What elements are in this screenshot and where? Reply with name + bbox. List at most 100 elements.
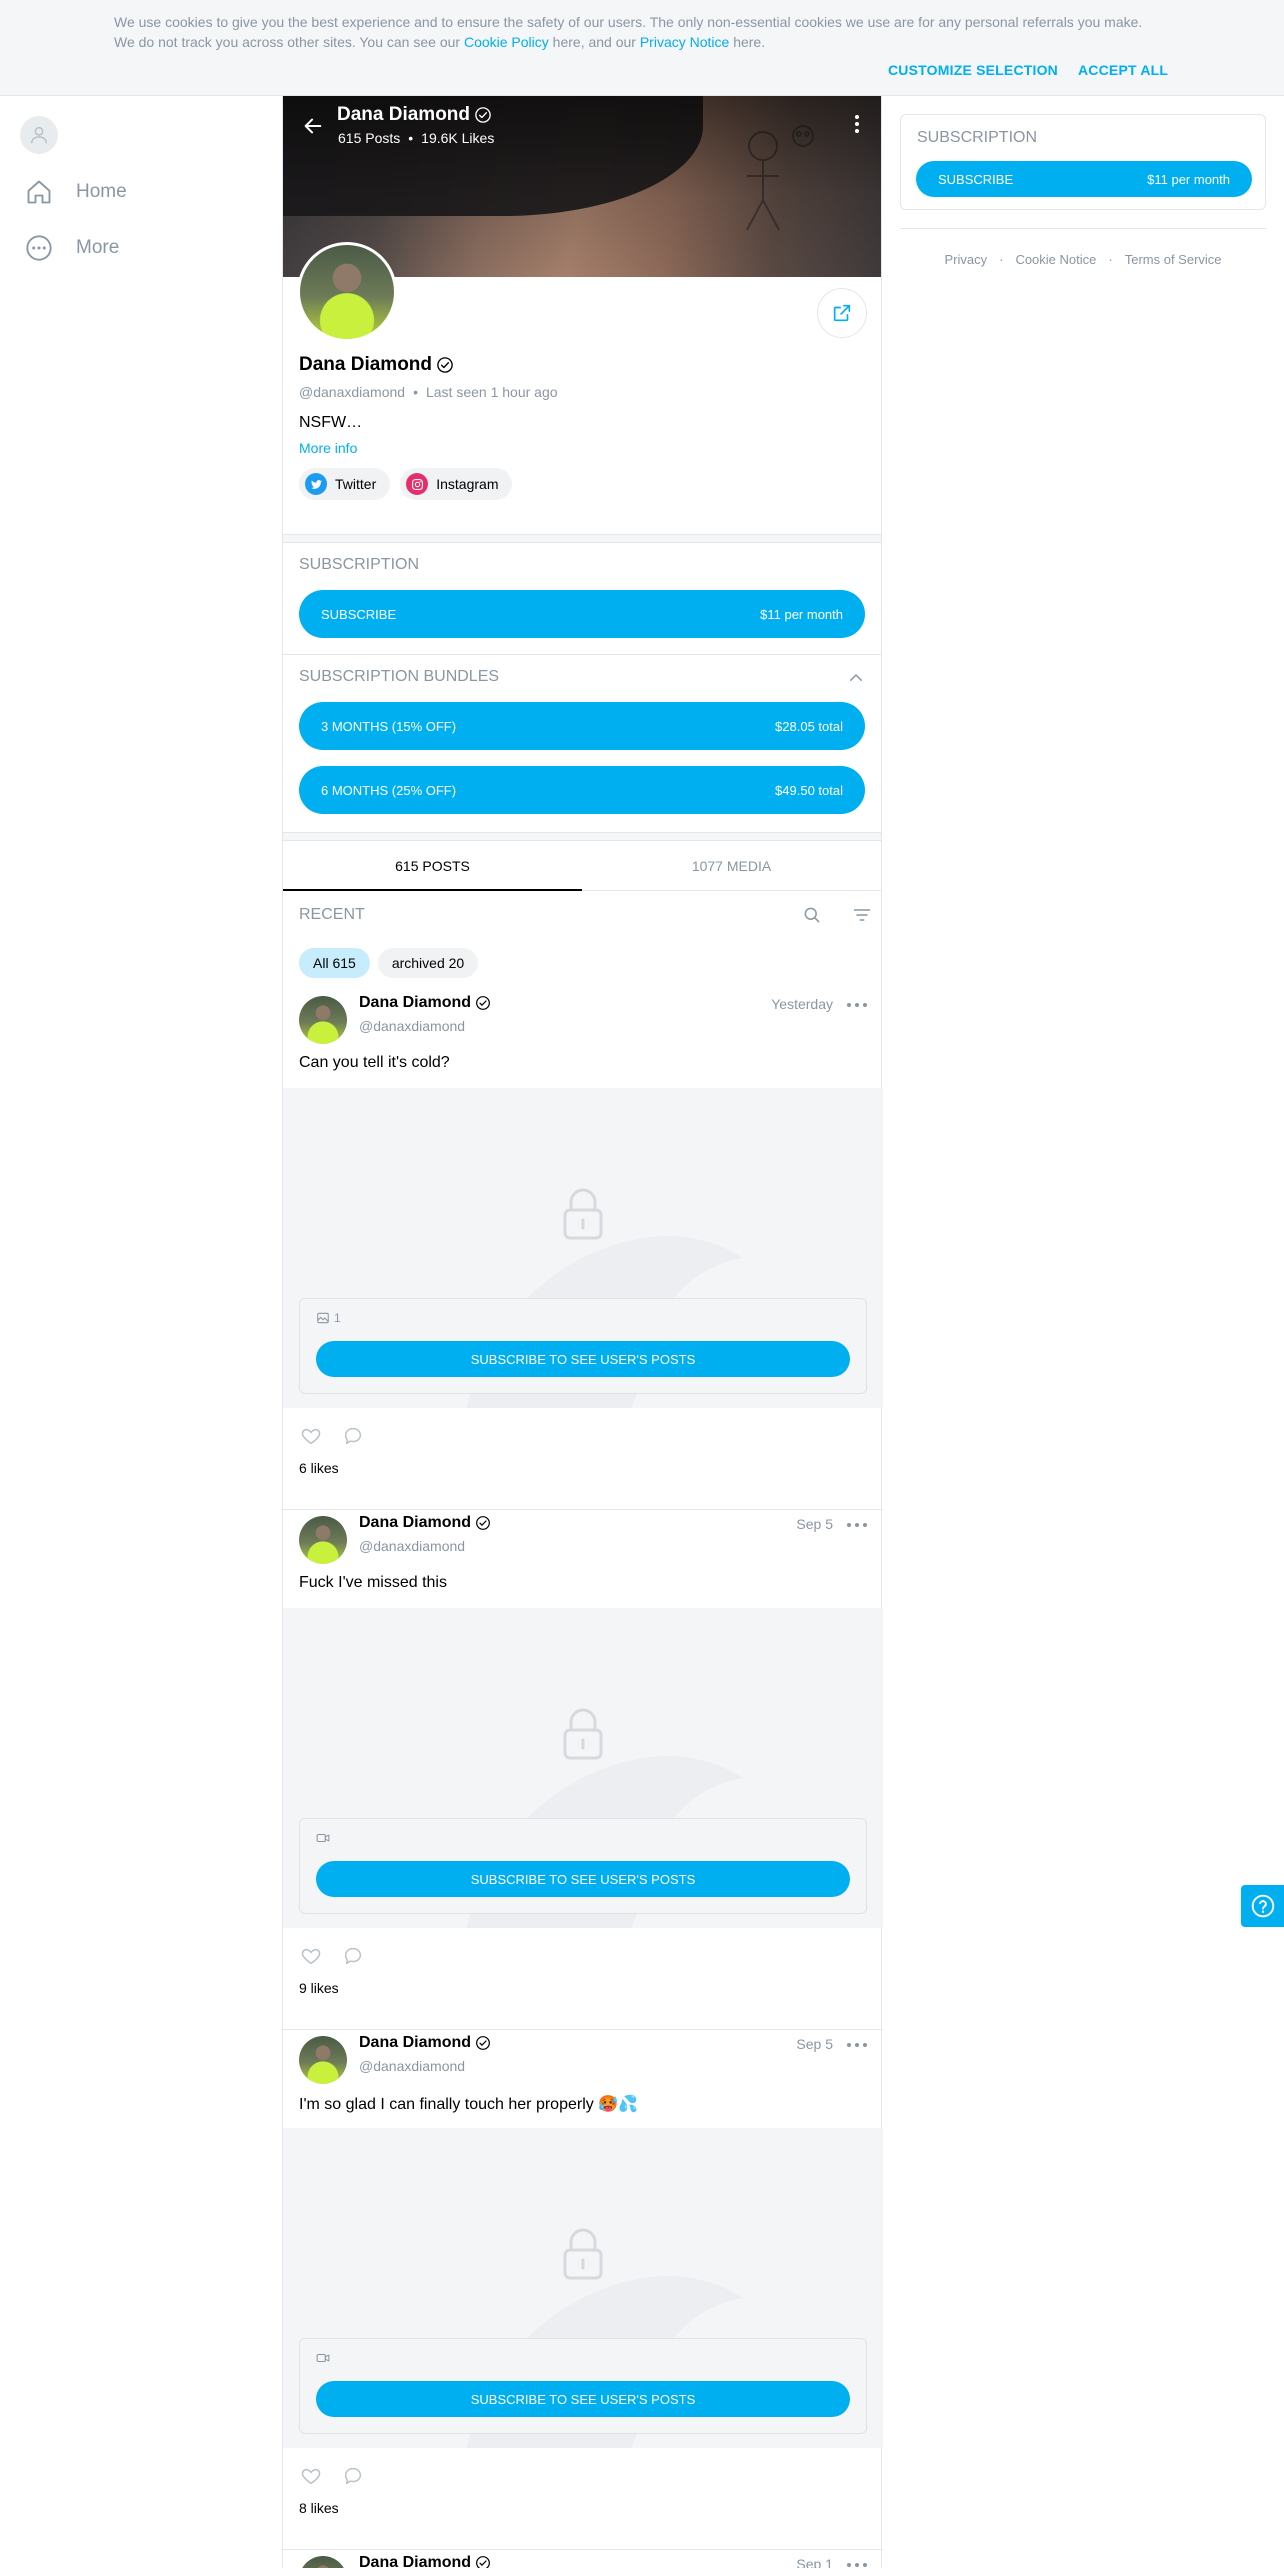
post-date[interactable]: Sep 5 — [796, 1516, 833, 1532]
profile-name-text: Dana Diamond — [299, 354, 433, 375]
post-card: Dana Diamond @danaxdiamond Yesterday Can… — [283, 990, 883, 1510]
social-links: Twitter Instagram — [299, 468, 869, 500]
nav-home[interactable]: Home — [24, 172, 127, 212]
post-date[interactable]: Sep 5 — [796, 2036, 833, 2052]
instagram-icon — [406, 473, 429, 495]
post-card: Dana Diamond Sep 1 — [283, 2550, 883, 2568]
profile-avatar[interactable] — [297, 242, 397, 342]
instagram-link[interactable]: Instagram — [400, 468, 513, 500]
comment-icon[interactable] — [341, 2464, 365, 2488]
like-icon[interactable] — [299, 1944, 323, 1968]
recent-label: RECENT — [299, 906, 365, 923]
filter-archived[interactable]: archived 20 — [377, 948, 479, 978]
share-button[interactable] — [817, 288, 867, 338]
search-icon[interactable] — [801, 904, 823, 926]
profile-tabs: 615 POSTS 1077 MEDIA — [283, 841, 881, 891]
twitter-link[interactable]: Twitter — [299, 468, 391, 500]
subscribe-to-see-posts-button[interactable]: SUBSCRIBE TO SEE USER'S POSTS — [316, 1861, 850, 1897]
tab-posts[interactable]: 615 POSTS — [283, 841, 582, 891]
post-handle: @danaxdiamond — [359, 2058, 466, 2074]
filter-all[interactable]: All 615 — [299, 948, 370, 978]
bundle-label: 3 MONTHS (15% off) — [321, 718, 457, 734]
subscribe-price: $11 per month — [760, 606, 843, 622]
nav-more[interactable]: More — [24, 228, 119, 268]
section-divider — [283, 832, 881, 841]
comment-icon[interactable] — [341, 1944, 365, 1968]
privacy-link[interactable]: Privacy — [944, 252, 987, 267]
locked-media: SUBSCRIBE TO SEE USER'S POSTS — [283, 1608, 883, 1928]
like-icon[interactable] — [299, 2464, 323, 2488]
post-author-name: Dana Diamond — [359, 2034, 472, 2051]
locked-media: 1 SUBSCRIBE TO SEE USER'S POSTS — [283, 1088, 883, 1408]
profile-menu-button[interactable] — [847, 112, 867, 136]
post-avatar[interactable] — [299, 2036, 347, 2084]
like-icon[interactable] — [299, 1424, 323, 1448]
share-icon — [833, 304, 851, 322]
lock-icon — [563, 1708, 603, 1760]
cookie-text-3: here. — [729, 34, 766, 50]
subscribe-to-see-posts-button[interactable]: SUBSCRIBE TO SEE USER'S POSTS — [316, 2381, 850, 2417]
post-avatar[interactable] — [299, 1516, 347, 1564]
post-date[interactable]: Sep 1 — [796, 2556, 833, 2568]
post-handle: @danaxdiamond — [359, 1018, 466, 1034]
post-avatar[interactable] — [299, 996, 347, 1044]
post-card: Dana Diamond @danaxdiamond Sep 5 I'm so … — [283, 2030, 883, 2550]
post-author-name: Dana Diamond — [359, 2554, 472, 2568]
post-menu-button[interactable] — [847, 2558, 867, 2568]
section-divider — [283, 534, 881, 543]
locked-media: SUBSCRIBE TO SEE USER'S POSTS — [283, 2128, 883, 2448]
post-menu-button[interactable] — [847, 2038, 867, 2052]
cookie-policy-link[interactable]: Cookie Policy — [464, 34, 549, 50]
cover-name-text: Dana Diamond — [337, 104, 471, 125]
post-avatar[interactable] — [299, 2556, 347, 2568]
media-meta — [316, 2351, 330, 2365]
locked-media-box: SUBSCRIBE TO SEE USER'S POSTS — [299, 2338, 867, 2434]
verified-icon — [476, 1516, 490, 1530]
subscribe-button[interactable]: SUBSCRIBE $11 per month — [299, 590, 865, 638]
post-author[interactable]: Dana Diamond — [359, 2034, 491, 2052]
more-info-link[interactable]: More info — [299, 440, 869, 456]
comment-icon[interactable] — [341, 1424, 365, 1448]
video-icon — [316, 1833, 330, 1843]
subscription-title: SUBSCRIPTION — [299, 556, 420, 573]
user-avatar[interactable] — [20, 116, 58, 154]
cookie-text-2: here, and our — [548, 34, 640, 50]
post-menu-button[interactable] — [847, 998, 867, 1012]
tab-media[interactable]: 1077 MEDIA — [582, 841, 881, 890]
terms-of-service-link[interactable]: Terms of Service — [1125, 252, 1222, 267]
cookie-notice-link[interactable]: Cookie Notice — [1015, 252, 1096, 267]
post-author[interactable]: Dana Diamond — [359, 994, 491, 1012]
cookie-banner: We use cookies to give you the best expe… — [0, 0, 1284, 96]
feed-header: RECENT — [299, 900, 871, 930]
bundle-price: $28.05 total — [775, 718, 843, 734]
privacy-notice-link[interactable]: Privacy Notice — [640, 34, 729, 50]
post-handle: @danaxdiamond — [359, 1538, 466, 1554]
last-seen: Last seen 1 hour ago — [425, 384, 558, 400]
right-subscribe-button[interactable]: SUBSCRIBE $11 per month — [916, 161, 1252, 197]
subscribe-to-see-posts-button[interactable]: SUBSCRIBE TO SEE USER'S POSTS — [316, 1341, 850, 1377]
post-author[interactable]: Dana Diamond — [359, 2554, 491, 2568]
cookie-banner-text: We use cookies to give you the best expe… — [114, 12, 1164, 52]
back-button[interactable] — [297, 110, 329, 142]
right-divider — [900, 228, 1266, 229]
bundle-6-months-button[interactable]: 6 MONTHS (25% off) $49.50 total — [299, 766, 865, 814]
right-subscription-title: SUBSCRIPTION — [917, 129, 1038, 146]
sort-icon[interactable] — [851, 904, 873, 926]
help-button[interactable] — [1241, 1885, 1284, 1927]
post-date[interactable]: Yesterday — [771, 996, 833, 1012]
post-author[interactable]: Dana Diamond — [359, 1514, 491, 1532]
accept-all-button[interactable]: ACCEPT ALL — [1078, 62, 1168, 78]
post-card: Dana Diamond @danaxdiamond Sep 5 Fuck I'… — [283, 1510, 883, 2030]
post-actions — [299, 2464, 365, 2488]
cover-stats: 615 Posts • 19.6K Likes — [338, 130, 495, 146]
post-menu-button[interactable] — [847, 1518, 867, 1532]
nav-home-label: Home — [76, 181, 127, 202]
post-author-name: Dana Diamond — [359, 994, 472, 1011]
image-icon — [317, 1312, 329, 1324]
chevron-up-icon[interactable] — [847, 669, 865, 687]
profile-handle-row: @danaxdiamond • Last seen 1 hour ago — [299, 384, 558, 400]
profile-name: Dana Diamond — [299, 354, 869, 376]
post-likes: 9 likes — [299, 1980, 339, 1996]
customize-selection-button[interactable]: CUSTOMIZE SELECTION — [888, 62, 1058, 78]
bundle-3-months-button[interactable]: 3 MONTHS (15% off) $28.05 total — [299, 702, 865, 750]
